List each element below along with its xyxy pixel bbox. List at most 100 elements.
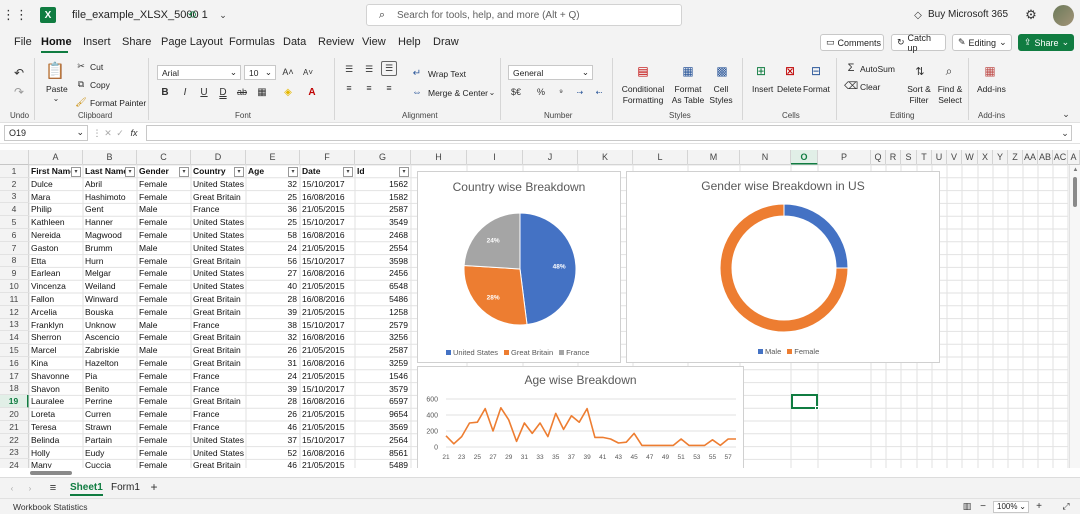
table-cell[interactable]: 2579 bbox=[355, 319, 411, 332]
table-cell[interactable]: Magwood bbox=[83, 229, 137, 242]
country-pie-chart[interactable]: Country wise Breakdown 48% 28% 24% United … bbox=[417, 171, 621, 363]
table-cell[interactable]: Weiland bbox=[83, 280, 137, 293]
table-cell[interactable]: Female bbox=[137, 178, 191, 191]
table-cell[interactable]: 8561 bbox=[355, 447, 411, 460]
row-header[interactable]: 21 bbox=[0, 421, 29, 434]
align-bottom-icon[interactable]: ☰ bbox=[381, 61, 397, 76]
column-header[interactable]: A bbox=[1068, 150, 1080, 165]
insert-cells-icon[interactable]: ⊞ bbox=[754, 64, 768, 78]
conditional-formatting-icon[interactable]: ▤ bbox=[636, 64, 650, 78]
menu-help[interactable]: Help bbox=[398, 36, 421, 48]
column-header[interactable]: U bbox=[932, 150, 947, 165]
table-cell[interactable]: 21/05/2015 bbox=[300, 370, 355, 383]
merge-center-label[interactable]: Merge & Center bbox=[428, 88, 488, 98]
table-cell[interactable]: 40 bbox=[246, 280, 300, 293]
chevron-down-icon[interactable]: ⌄ bbox=[488, 88, 496, 97]
expand-formula-icon[interactable]: ⌄ bbox=[1060, 128, 1070, 138]
table-cell[interactable]: Benito bbox=[83, 383, 137, 396]
table-cell[interactable]: 21/05/2015 bbox=[300, 459, 355, 468]
table-cell[interactable]: 15/10/2017 bbox=[300, 216, 355, 229]
column-header[interactable]: J bbox=[523, 150, 578, 165]
row-header[interactable]: 1 bbox=[0, 165, 29, 178]
row-header[interactable]: 8 bbox=[0, 254, 29, 268]
table-cell[interactable]: Abril bbox=[83, 178, 137, 191]
row-header[interactable]: 24 bbox=[0, 459, 29, 468]
pie-slice[interactable] bbox=[519, 212, 577, 326]
paste-label[interactable]: Paste bbox=[46, 84, 68, 94]
table-cell[interactable]: Unknow bbox=[83, 319, 137, 332]
table-cell[interactable]: Female bbox=[137, 421, 191, 434]
cell-styles-icon[interactable]: ▩ bbox=[715, 64, 729, 78]
table-cell[interactable]: 2587 bbox=[355, 203, 411, 216]
table-cell[interactable]: France bbox=[191, 383, 246, 396]
table-cell[interactable]: United States bbox=[191, 280, 246, 293]
table-cell[interactable]: 37 bbox=[246, 434, 300, 447]
table-cell[interactable]: Gent bbox=[83, 203, 137, 216]
selection-handle[interactable] bbox=[815, 406, 819, 410]
column-header[interactable]: E bbox=[246, 150, 300, 165]
collapse-ribbon-icon[interactable]: ⌄ bbox=[1060, 109, 1072, 119]
table-cell[interactable]: Curren bbox=[83, 408, 137, 421]
avatar[interactable] bbox=[1053, 5, 1074, 26]
table-cell[interactable]: Brumm bbox=[83, 242, 137, 255]
insert-cells-label[interactable]: Insert bbox=[752, 84, 773, 94]
table-cell[interactable]: Gaston bbox=[29, 242, 83, 255]
table-cell[interactable]: Franklyn bbox=[29, 319, 83, 332]
addins-label[interactable]: Add-ins bbox=[977, 84, 1006, 94]
table-cell[interactable]: Great Britain bbox=[191, 255, 246, 268]
table-cell[interactable]: 16/08/2016 bbox=[300, 293, 355, 306]
table-cell[interactable]: Male bbox=[137, 319, 191, 332]
table-cell[interactable]: Lauralee bbox=[29, 395, 83, 408]
table-cell[interactable]: Strawn bbox=[83, 421, 137, 434]
menu-file[interactable]: File bbox=[14, 36, 32, 48]
table-cell[interactable]: 2587 bbox=[355, 344, 411, 357]
table-cell[interactable]: 15/10/2017 bbox=[300, 319, 355, 332]
table-cell[interactable]: Nereida bbox=[29, 229, 83, 242]
table-cell[interactable]: 1582 bbox=[355, 191, 411, 204]
add-sheet-icon[interactable]: + bbox=[148, 480, 160, 494]
table-cell[interactable]: 3549 bbox=[355, 216, 411, 229]
table-cell[interactable]: 2456 bbox=[355, 267, 411, 280]
table-cell[interactable]: Female bbox=[137, 191, 191, 204]
addins-icon[interactable]: ▦ bbox=[983, 64, 997, 78]
table-cell[interactable]: Great Britain bbox=[191, 306, 246, 319]
all-sheets-icon[interactable]: ≡ bbox=[47, 482, 59, 494]
table-cell[interactable]: 24 bbox=[246, 242, 300, 255]
table-cell[interactable]: Kathleen bbox=[29, 216, 83, 229]
table-cell[interactable]: Great Britain bbox=[191, 344, 246, 357]
table-cell[interactable]: Marcel bbox=[29, 344, 83, 357]
table-cell[interactable]: Female bbox=[137, 267, 191, 280]
table-cell[interactable]: France bbox=[191, 421, 246, 434]
formula-input[interactable] bbox=[146, 125, 1072, 141]
table-cell[interactable]: Great Britain bbox=[191, 331, 246, 344]
table-cell[interactable]: 28 bbox=[246, 395, 300, 408]
delete-cells-label[interactable]: Delete bbox=[777, 84, 802, 94]
saved-icon[interactable]: ⟲ bbox=[186, 9, 198, 21]
table-cell[interactable]: 6548 bbox=[355, 280, 411, 293]
table-cell[interactable]: 21/05/2015 bbox=[300, 344, 355, 357]
table-cell[interactable]: 32 bbox=[246, 178, 300, 191]
table-cell[interactable]: 16/08/2016 bbox=[300, 395, 355, 408]
menu-data[interactable]: Data bbox=[283, 36, 306, 48]
format-painter-icon[interactable]: 🖌 bbox=[75, 97, 86, 107]
share-button[interactable]: ⇪ Share ⌄ bbox=[1018, 34, 1074, 51]
table-cell[interactable]: United States bbox=[191, 216, 246, 229]
align-left-icon[interactable]: ≡ bbox=[342, 82, 356, 94]
bold-icon[interactable]: B bbox=[159, 86, 171, 98]
more-options-icon[interactable]: ⋮ bbox=[93, 127, 102, 139]
table-cell[interactable]: 21/05/2015 bbox=[300, 203, 355, 216]
table-cell[interactable]: Male bbox=[137, 203, 191, 216]
enter-check-icon[interactable]: ✓ bbox=[115, 127, 125, 139]
find-select-icon[interactable]: ⌕ bbox=[942, 64, 956, 78]
wrap-text-label[interactable]: Wrap Text bbox=[428, 69, 466, 79]
table-cell[interactable]: 9654 bbox=[355, 408, 411, 421]
table-cell[interactable]: 16/08/2016 bbox=[300, 229, 355, 242]
filter-dropdown-icon[interactable]: ▾ bbox=[399, 166, 409, 177]
table-cell[interactable]: Pia bbox=[83, 370, 137, 383]
cell-styles-label[interactable]: Cell Styles bbox=[707, 84, 735, 106]
column-header[interactable]: S bbox=[901, 150, 917, 165]
table-cell[interactable]: 16/08/2016 bbox=[300, 267, 355, 280]
table-cell[interactable]: 21/05/2015 bbox=[300, 280, 355, 293]
increase-font-icon[interactable]: A˄ bbox=[282, 66, 294, 78]
expand-icon[interactable]: ⤢ bbox=[1060, 501, 1072, 512]
